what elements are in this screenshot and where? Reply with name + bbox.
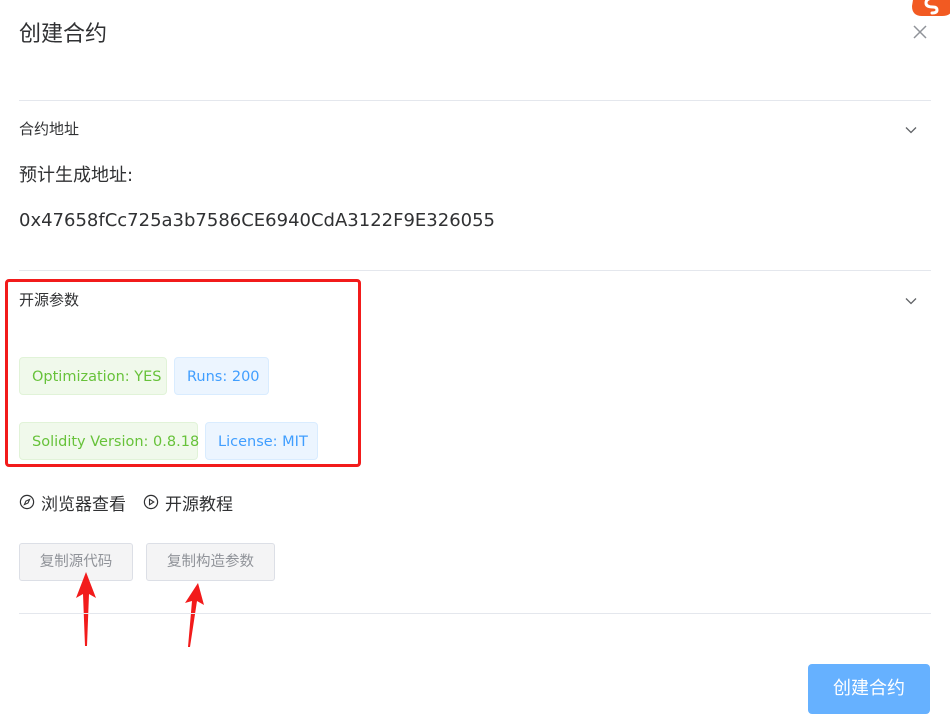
annotation-highlight-box: [5, 279, 361, 467]
divider: [19, 613, 931, 614]
copy-constructor-params-button[interactable]: 复制构造参数: [146, 543, 275, 581]
contract-address-value: 0x47658fCc725a3b7586CE6940CdA3122F9E3260…: [19, 210, 495, 231]
create-contract-dialog: 创建合约 合约地址 预计生成地址: 0x47658fCc725a3b7586CE…: [0, 0, 950, 722]
play-circle-icon: [143, 494, 159, 510]
explorer-link[interactable]: 浏览器查看: [19, 490, 126, 515]
tutorial-link-label: 开源教程: [165, 494, 233, 515]
app-logo-badge: [912, 0, 950, 16]
address-section-title[interactable]: 合约地址: [19, 118, 79, 140]
divider: [19, 270, 931, 271]
divider: [19, 100, 931, 101]
dialog-title: 创建合约: [19, 22, 108, 47]
annotation-arrow: [76, 572, 96, 646]
chevron-down-icon[interactable]: [903, 122, 919, 138]
create-contract-button[interactable]: 创建合约: [808, 664, 930, 714]
explorer-link-label: 浏览器查看: [41, 494, 126, 515]
predicted-address-label: 预计生成地址:: [19, 165, 134, 186]
compass-icon: [19, 494, 35, 510]
annotation-arrow: [185, 583, 204, 647]
tutorial-link[interactable]: 开源教程: [143, 490, 233, 515]
chevron-down-icon[interactable]: [903, 293, 919, 309]
close-icon[interactable]: [910, 22, 930, 42]
